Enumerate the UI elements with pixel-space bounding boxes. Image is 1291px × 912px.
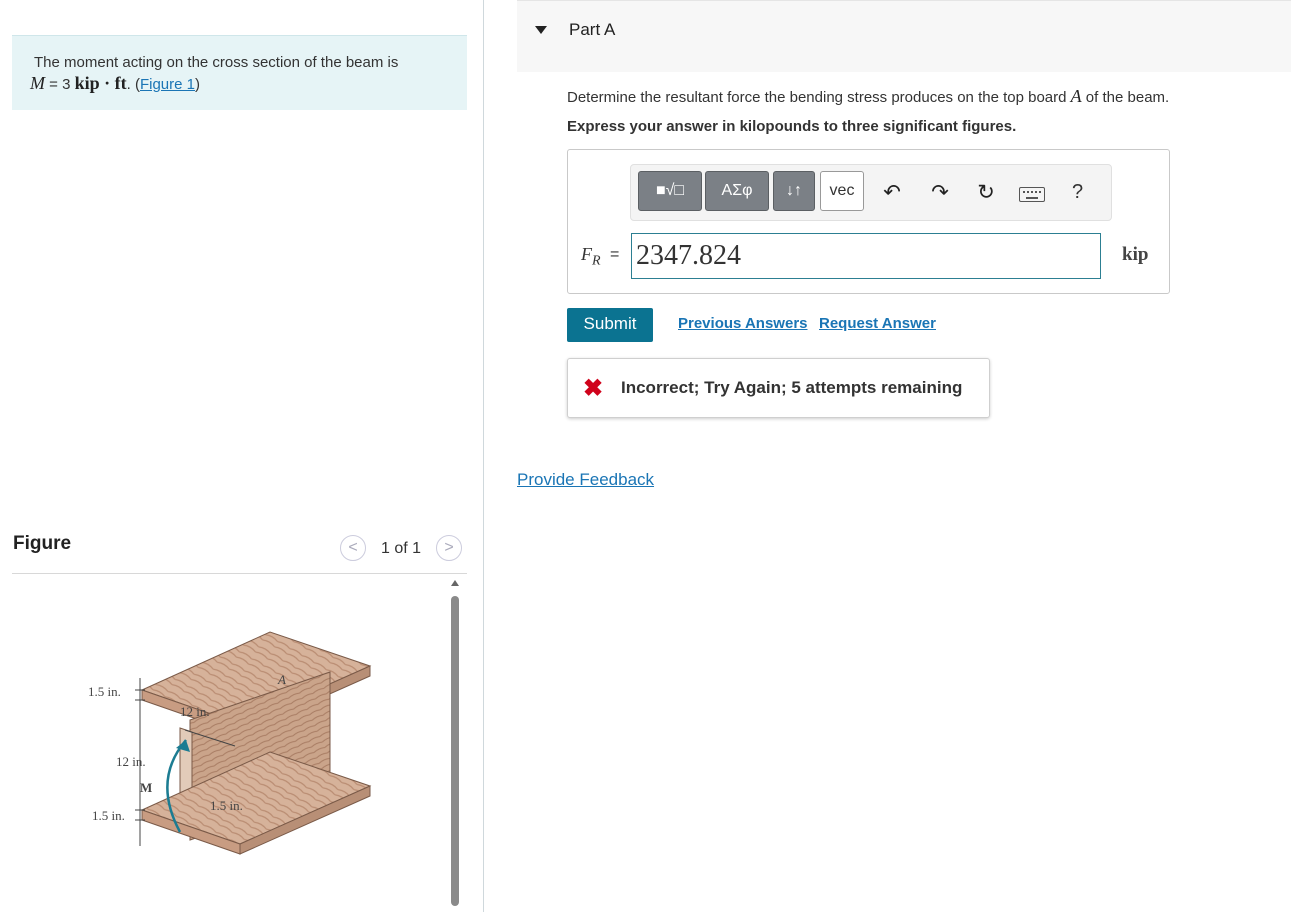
previous-answers-link[interactable]: Previous Answers	[678, 315, 808, 332]
label-bottom-thickness: 1.5 in.	[92, 808, 125, 823]
label-web-height: 12 in.	[116, 754, 146, 769]
instruction-text: Express your answer in kilopounds to thr…	[567, 118, 1017, 135]
column-divider	[483, 0, 484, 912]
punct-close: )	[195, 76, 200, 93]
part-header[interactable]	[517, 0, 1291, 72]
figure-title: Figure	[13, 533, 72, 554]
answer-label-main: F	[581, 244, 592, 264]
x-icon: ✖	[583, 375, 604, 402]
reset-icon[interactable]: ↻	[973, 180, 999, 205]
answer-label: FR	[581, 244, 601, 270]
redo-icon[interactable]: ↷	[927, 180, 953, 205]
help-button[interactable]: ?	[1072, 181, 1083, 204]
feedback-text: Incorrect; Try Again; 5 attempts remaini…	[621, 378, 963, 397]
keyboard-icon[interactable]	[1019, 187, 1045, 202]
label-top-thickness: 1.5 in.	[88, 684, 121, 699]
answer-unit: kip	[1122, 244, 1149, 265]
answer-equals: =	[610, 246, 620, 263]
answer-input[interactable]: 2347.824	[631, 233, 1101, 279]
label-board-a: A	[277, 672, 286, 687]
greek-symbols-button[interactable]: ΑΣφ	[705, 171, 769, 211]
problem-formula: M = 3 kip · ft. (Figure 1)	[30, 73, 200, 94]
label-moment: M	[140, 780, 152, 795]
request-answer-link[interactable]: Request Answer	[819, 315, 936, 332]
question-text: Determine the resultant force the bendin…	[567, 86, 1169, 107]
provide-feedback-link[interactable]: Provide Feedback	[517, 470, 654, 490]
label-web-thickness: 1.5 in.	[210, 798, 243, 813]
templates-button[interactable]: ■√□	[638, 171, 702, 211]
question-before: Determine the resultant force the bendin…	[567, 89, 1071, 106]
question-variable: A	[1070, 86, 1082, 106]
scroll-up-arrow[interactable]	[451, 580, 459, 586]
problem-text: The moment acting on the cross section o…	[34, 54, 399, 71]
figure-scrollbar[interactable]	[451, 596, 459, 906]
chevron-left-icon: <	[348, 539, 358, 556]
moment-variable: M	[30, 73, 45, 93]
moment-units: kip · ft	[74, 73, 127, 93]
vec-button[interactable]: vec	[820, 171, 864, 211]
punct: . (	[126, 76, 140, 93]
figure-pager: 1 of 1	[381, 540, 422, 557]
undo-icon[interactable]: ↶	[879, 180, 905, 205]
figure-divider	[12, 573, 467, 574]
beam-figure: 1.5 in. 12 in. 12 in. 1.5 in. 1.5 in. A …	[88, 631, 372, 855]
collapse-caret-icon[interactable]	[535, 26, 547, 34]
chevron-right-icon: >	[444, 539, 454, 556]
prev-figure-button[interactable]: <	[340, 535, 366, 561]
question-after: of the beam.	[1081, 89, 1170, 106]
arrows-button[interactable]: ↓↑	[773, 171, 815, 211]
figure-link[interactable]: Figure 1	[140, 76, 195, 93]
answer-label-sub: R	[592, 253, 601, 269]
part-title[interactable]: Part A	[569, 20, 615, 40]
submit-button[interactable]: Submit	[567, 308, 653, 342]
next-figure-button[interactable]: >	[436, 535, 462, 561]
moment-equals: = 3	[45, 76, 75, 93]
label-flange-width: 12 in.	[180, 704, 210, 719]
